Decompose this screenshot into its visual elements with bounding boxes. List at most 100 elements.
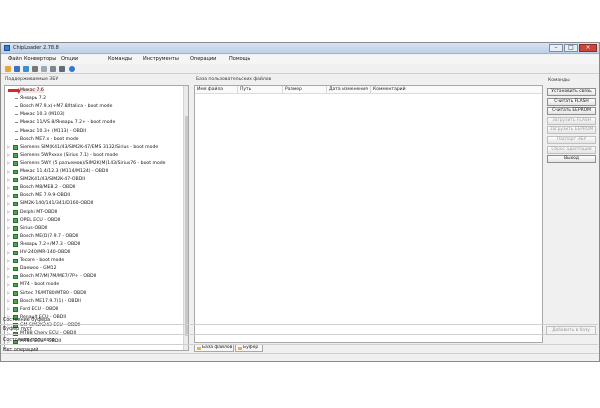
expand-icon[interactable]: ▷	[7, 307, 11, 311]
menu-options[interactable]: Опции	[61, 56, 78, 62]
expand-icon[interactable]: ▷	[7, 291, 11, 295]
menu-converters[interactable]: Конверторы	[24, 56, 56, 62]
tree-item[interactable]: Микас 10.3+ (M113) - OBDII	[5, 128, 183, 136]
chip-icon	[13, 250, 18, 255]
tree-item[interactable]: ▷ Микас 11.4/12.3 (M114/M124) - OBDII	[5, 168, 183, 176]
tree-item-label: Siemens 5WPxxxx (Sirius 7.1) - boot mode	[20, 152, 119, 158]
maximize-button[interactable]: □	[564, 44, 578, 52]
file-list[interactable]: Имя файла Путь Размер Дата изменения Ком…	[194, 85, 543, 343]
expand-icon[interactable]: ▷	[7, 226, 11, 230]
expand-icon[interactable]: ▷	[7, 274, 11, 279]
tree-item[interactable]: ▷ Bosch ME(D)7.9.7 - OBDII	[5, 233, 183, 241]
command-button[interactable]: Паспорт ЭБУ	[547, 136, 596, 144]
tree-item[interactable]: ▷ Январь 7.2+/M7.3 - OBDII	[5, 241, 183, 249]
tree-item-label: Микас 11/VS 8/Январь 7.2+ - boot mode	[20, 120, 116, 126]
paste-icon[interactable]	[50, 66, 56, 72]
ecu-tree[interactable]: Микас 7.6 Январь 7.2 Bosch M7.9.х(+M7.8/It…	[4, 85, 189, 351]
tab-buffer[interactable]: Буфер	[235, 344, 263, 352]
chip-icon	[13, 299, 18, 304]
tree-item[interactable]: ▷ Delphi MT-OBDII	[5, 209, 183, 217]
expand-icon[interactable]: ▷	[7, 177, 11, 182]
menu-commands[interactable]: Команды	[108, 56, 132, 62]
menu-file[interactable]: Файл	[8, 56, 22, 62]
expand-icon[interactable]: ▷	[7, 218, 11, 222]
chip-icon	[13, 234, 18, 239]
tree-item[interactable]: Микас 7.6	[5, 87, 183, 95]
tree-item[interactable]: ▷ Sirius-OBDII	[5, 225, 183, 233]
expand-icon[interactable]: ▷	[7, 161, 11, 165]
tree-item[interactable]: ▷ Bosch M7/M(7M/ME7/7P+ - OBDII	[5, 273, 183, 281]
tree-item[interactable]: ▷ Siemens 5WPxxxx (Sirius 7.1) - boot mod…	[5, 152, 183, 160]
cut-icon[interactable]	[32, 66, 38, 72]
tree-item-label: Delphi MT-OBDII	[20, 209, 58, 215]
chip-icon	[13, 282, 18, 288]
add-to-db-button[interactable]: Добавить в базу	[546, 326, 596, 335]
copy-icon[interactable]	[41, 66, 47, 72]
menu-operations[interactable]: Операции	[190, 56, 216, 62]
tree-item[interactable]: ▷ Tecore - boot mode	[5, 257, 183, 265]
tree-item[interactable]: ▷ Siemens SIM(K41/43/SIM2K-47/EMS 3132/Si…	[5, 144, 183, 152]
command-button[interactable]: Загрузить EEPROM	[547, 126, 596, 135]
expand-icon[interactable]: ▷	[7, 145, 11, 149]
expand-icon[interactable]: ▷	[7, 185, 11, 190]
tree-item[interactable]: ▷ Bosch M8/ME8.2 - OBDII	[5, 184, 183, 192]
col-modified[interactable]: Дата изменения	[329, 87, 368, 92]
command-button[interactable]: Выход	[547, 155, 596, 164]
tree-branch-icon	[15, 138, 18, 140]
tree-item[interactable]: ▷ Sirtec 76/MT80/MT80 - OBDII	[5, 290, 183, 298]
folder-open-icon[interactable]	[5, 66, 11, 72]
col-size[interactable]: Размер	[285, 87, 302, 92]
col-filename[interactable]: Имя файла	[197, 87, 223, 92]
chip-icon	[13, 218, 18, 223]
expand-icon[interactable]: ▷	[7, 193, 11, 198]
expand-icon[interactable]: ▷	[7, 258, 11, 263]
expand-icon[interactable]: ▷	[7, 266, 11, 271]
close-button[interactable]: ×	[579, 44, 597, 52]
tree-item[interactable]: ▷ Dаewoo - GM12	[5, 265, 183, 273]
tree-item[interactable]: ▷ OPEL ECU - OBDII	[5, 217, 183, 225]
expand-icon[interactable]: ▷	[7, 282, 11, 287]
minimize-button[interactable]: –	[549, 44, 563, 52]
tree-item[interactable]: ▷ Bosch ME 7.9.9-OBDII	[5, 192, 183, 200]
tree-item[interactable]: Январь 7.2	[5, 95, 183, 103]
app-icon	[4, 45, 10, 51]
command-button[interactable]: Сброс адаптаций	[547, 145, 596, 154]
command-button[interactable]: Установить связь	[547, 88, 596, 96]
window-title: ChipLoader 2.78.8	[13, 45, 59, 51]
help-icon[interactable]	[69, 66, 75, 72]
expand-icon[interactable]: ▷	[7, 169, 11, 174]
tree-item[interactable]: ▷ Siemens 5WY (5 разъемов)/SIM2K(M)143/Si…	[5, 160, 183, 168]
tree-item[interactable]: Bosch M7.9.х(+M7.8/Italica - boot mode	[5, 103, 183, 111]
tree-item[interactable]: ▷ M74 - boot mode	[5, 281, 183, 289]
expand-icon[interactable]: ▷	[7, 299, 11, 303]
tree-item[interactable]: ▷ Bosch ME17.9.7(1) - OBDII	[5, 298, 183, 306]
undo-icon[interactable]	[23, 66, 29, 72]
tree-scrollbar[interactable]	[183, 86, 188, 350]
expand-icon[interactable]: ▷	[7, 250, 11, 255]
tree-item[interactable]: ▷ SIM2K41/43/SIM2K-47-OBDII	[5, 176, 183, 184]
command-button[interactable]: Загрузить FLASH	[547, 116, 596, 125]
tree-item[interactable]: Микас 11/VS 8/Январь 7.2+ - boot mode	[5, 119, 183, 127]
tree-item[interactable]: ▷ SIM2K-140/141/341/D160-OBDII	[5, 200, 183, 208]
tree-item[interactable]: Bosch ME7.x - boot mode	[5, 136, 183, 144]
menu-tools[interactable]: Инструменты	[143, 56, 179, 62]
tab-file-db[interactable]: База файлов	[194, 344, 234, 352]
expand-icon[interactable]: ▷	[7, 210, 11, 214]
expand-icon[interactable]: ▷	[7, 234, 11, 238]
expand-icon[interactable]: ▷	[7, 242, 11, 246]
command-button[interactable]: Считать FLASH	[547, 97, 596, 106]
expand-icon[interactable]: ▷	[7, 153, 11, 157]
tree-item[interactable]: ▷ HV-240/MR-140-OBDII	[5, 249, 183, 257]
tree-item[interactable]: ▷ Ford ECU - OBDII	[5, 306, 183, 314]
tree-item[interactable]: Микас 10.3 (M103)	[5, 111, 183, 119]
print-icon[interactable]	[59, 66, 65, 72]
col-path[interactable]: Путь	[240, 87, 251, 92]
save-icon[interactable]	[14, 66, 20, 72]
command-button[interactable]: Считать EEPROM	[547, 107, 596, 116]
process-state-label: Состояние процесса	[3, 338, 55, 343]
menu-help[interactable]: Помощь	[229, 56, 250, 62]
expand-icon[interactable]: ▷	[7, 201, 11, 206]
tree-item-label: HV-240/MR-140-OBDII	[20, 250, 71, 255]
tree-scrollbar-thumb[interactable]	[185, 116, 188, 336]
col-comment[interactable]: Комментарий	[373, 87, 406, 92]
